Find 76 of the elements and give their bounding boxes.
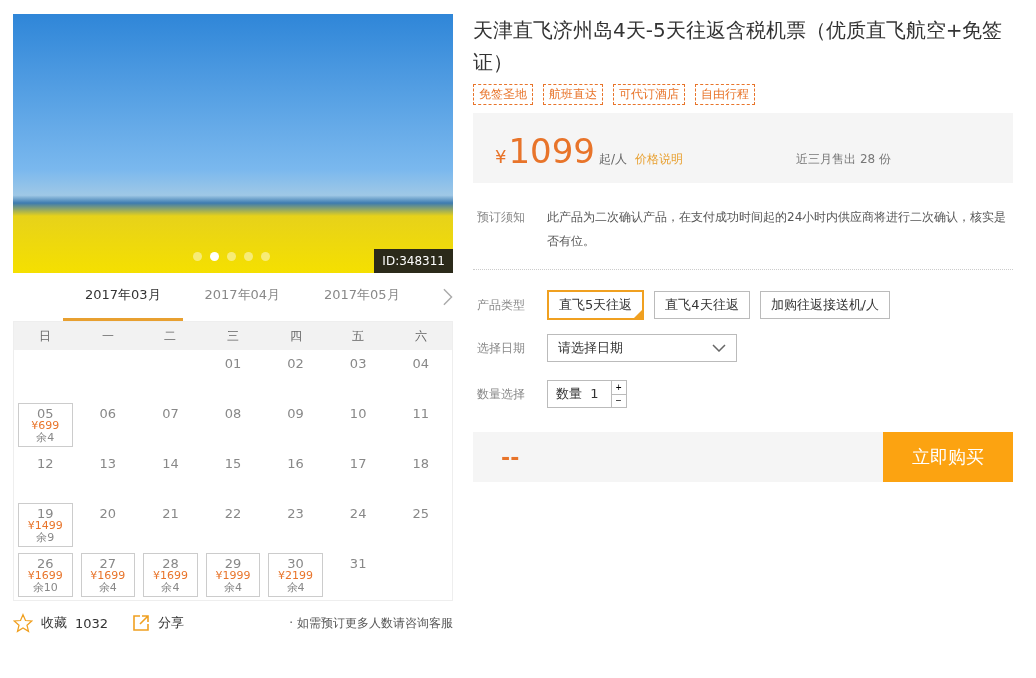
option-button[interactable]: 直飞5天往返 — [547, 290, 645, 320]
weekday-header: 三 — [201, 322, 265, 350]
carousel-dot[interactable] — [210, 252, 219, 261]
quantity-field[interactable]: 数量 1 + − — [547, 380, 627, 408]
share-icon[interactable] — [132, 614, 151, 632]
price-date[interactable]: 29 ¥1999 余4 — [205, 553, 261, 597]
carousel-dot[interactable] — [193, 252, 202, 261]
calendar-date: 10 — [348, 405, 368, 423]
calendar-date: 31 — [348, 555, 368, 573]
buy-now-button[interactable]: 立即购买 — [883, 432, 1013, 482]
month-tab[interactable]: 2017年04月 — [182, 273, 303, 321]
total-price: -- — [501, 444, 520, 470]
field-label: 预订须知 — [477, 209, 526, 226]
calendar-date: 14 — [161, 455, 180, 473]
field-label: 选择日期 — [477, 339, 526, 357]
weekday-header: 六 — [389, 322, 452, 350]
field-label: 产品类型 — [477, 296, 526, 314]
calendar-date: 02 — [286, 355, 305, 373]
calendar-date: 15 — [223, 455, 243, 473]
product-title: 天津直飞济州岛4天-5天往返含税机票（优质直飞航空+免签证） — [473, 17, 1004, 76]
calendar-date: 01 — [223, 355, 243, 373]
booking-notice: 此产品为二次确认产品，在支付成功时间起的24小时内供应商将进行二次确认，核实是否有位。 — [547, 209, 1008, 250]
weekday-header: 日 — [14, 322, 77, 350]
calendar-date: 22 — [223, 505, 243, 523]
price: 1099 — [508, 131, 595, 171]
option-button[interactable]: 加购往返接送机/人 — [759, 291, 890, 319]
favorite-count: 1032 — [75, 615, 109, 631]
calendar-date: 13 — [98, 455, 118, 473]
carousel-dot[interactable] — [244, 252, 253, 261]
calendar-date: 11 — [411, 405, 430, 423]
calendar-date: 23 — [286, 505, 305, 523]
price-date[interactable]: 19 ¥1499 余9 — [18, 503, 73, 547]
sales-count: 近三月售出 28 份 — [796, 151, 891, 168]
calendar-date: 07 — [161, 405, 180, 423]
month-tab[interactable]: 2017年05月 — [302, 273, 422, 321]
favorite-label[interactable]: 收藏 — [41, 614, 67, 632]
feature-tag: 免签圣地 — [473, 84, 533, 105]
chevron-down-icon — [712, 344, 726, 352]
price-date[interactable]: 05 ¥699 余4 — [18, 403, 73, 447]
calendar-date: 06 — [98, 405, 118, 423]
weekday-header: 一 — [76, 322, 140, 350]
price-info-link[interactable]: 价格说明 — [635, 151, 684, 168]
image-id: ID:348311 — [374, 249, 453, 273]
feature-tag: 航班直达 — [543, 84, 603, 105]
star-icon[interactable] — [13, 613, 33, 633]
date-select[interactable]: 请选择日期 — [547, 334, 737, 362]
price-date[interactable]: 28 ¥1699 余4 — [143, 553, 198, 597]
price-date[interactable]: 26 ¥1699 余10 — [18, 553, 73, 597]
carousel-dot[interactable] — [227, 252, 236, 261]
calendar-date: 25 — [411, 505, 430, 523]
weekday-header: 四 — [264, 322, 327, 350]
weekday-header: 二 — [139, 322, 202, 350]
weekday-header: 五 — [326, 322, 390, 350]
calendar-date: 24 — [348, 505, 368, 523]
calendar-date: 04 — [411, 355, 430, 373]
booking-note: · 如需预订更多人数请咨询客服 — [289, 614, 453, 632]
carousel-dot[interactable] — [261, 252, 270, 261]
calendar-date: 20 — [98, 505, 118, 523]
chevron-right-icon[interactable] — [441, 287, 453, 307]
calendar-date: 18 — [411, 455, 430, 473]
feature-tag: 自由行程 — [695, 84, 755, 105]
feature-tag: 可代订酒店 — [613, 84, 685, 105]
option-button[interactable]: 直飞4天往返 — [654, 291, 750, 319]
calendar-date: 21 — [161, 505, 180, 523]
currency-symbol: ¥ — [495, 146, 507, 167]
calendar-date: 17 — [348, 455, 368, 473]
calendar-date: 03 — [348, 355, 368, 373]
price-date[interactable]: 27 ¥1699 余4 — [80, 553, 136, 597]
field-label: 数量选择 — [477, 385, 526, 403]
price-unit: 起/人 — [599, 151, 628, 168]
calendar-date: 12 — [36, 455, 55, 473]
price-date[interactable]: 30 ¥2199 余4 — [268, 553, 323, 597]
calendar-date: 09 — [286, 405, 305, 423]
share-label[interactable]: 分享 — [158, 614, 185, 632]
calendar-date: 16 — [286, 455, 305, 473]
calendar-date: 08 — [223, 405, 243, 423]
